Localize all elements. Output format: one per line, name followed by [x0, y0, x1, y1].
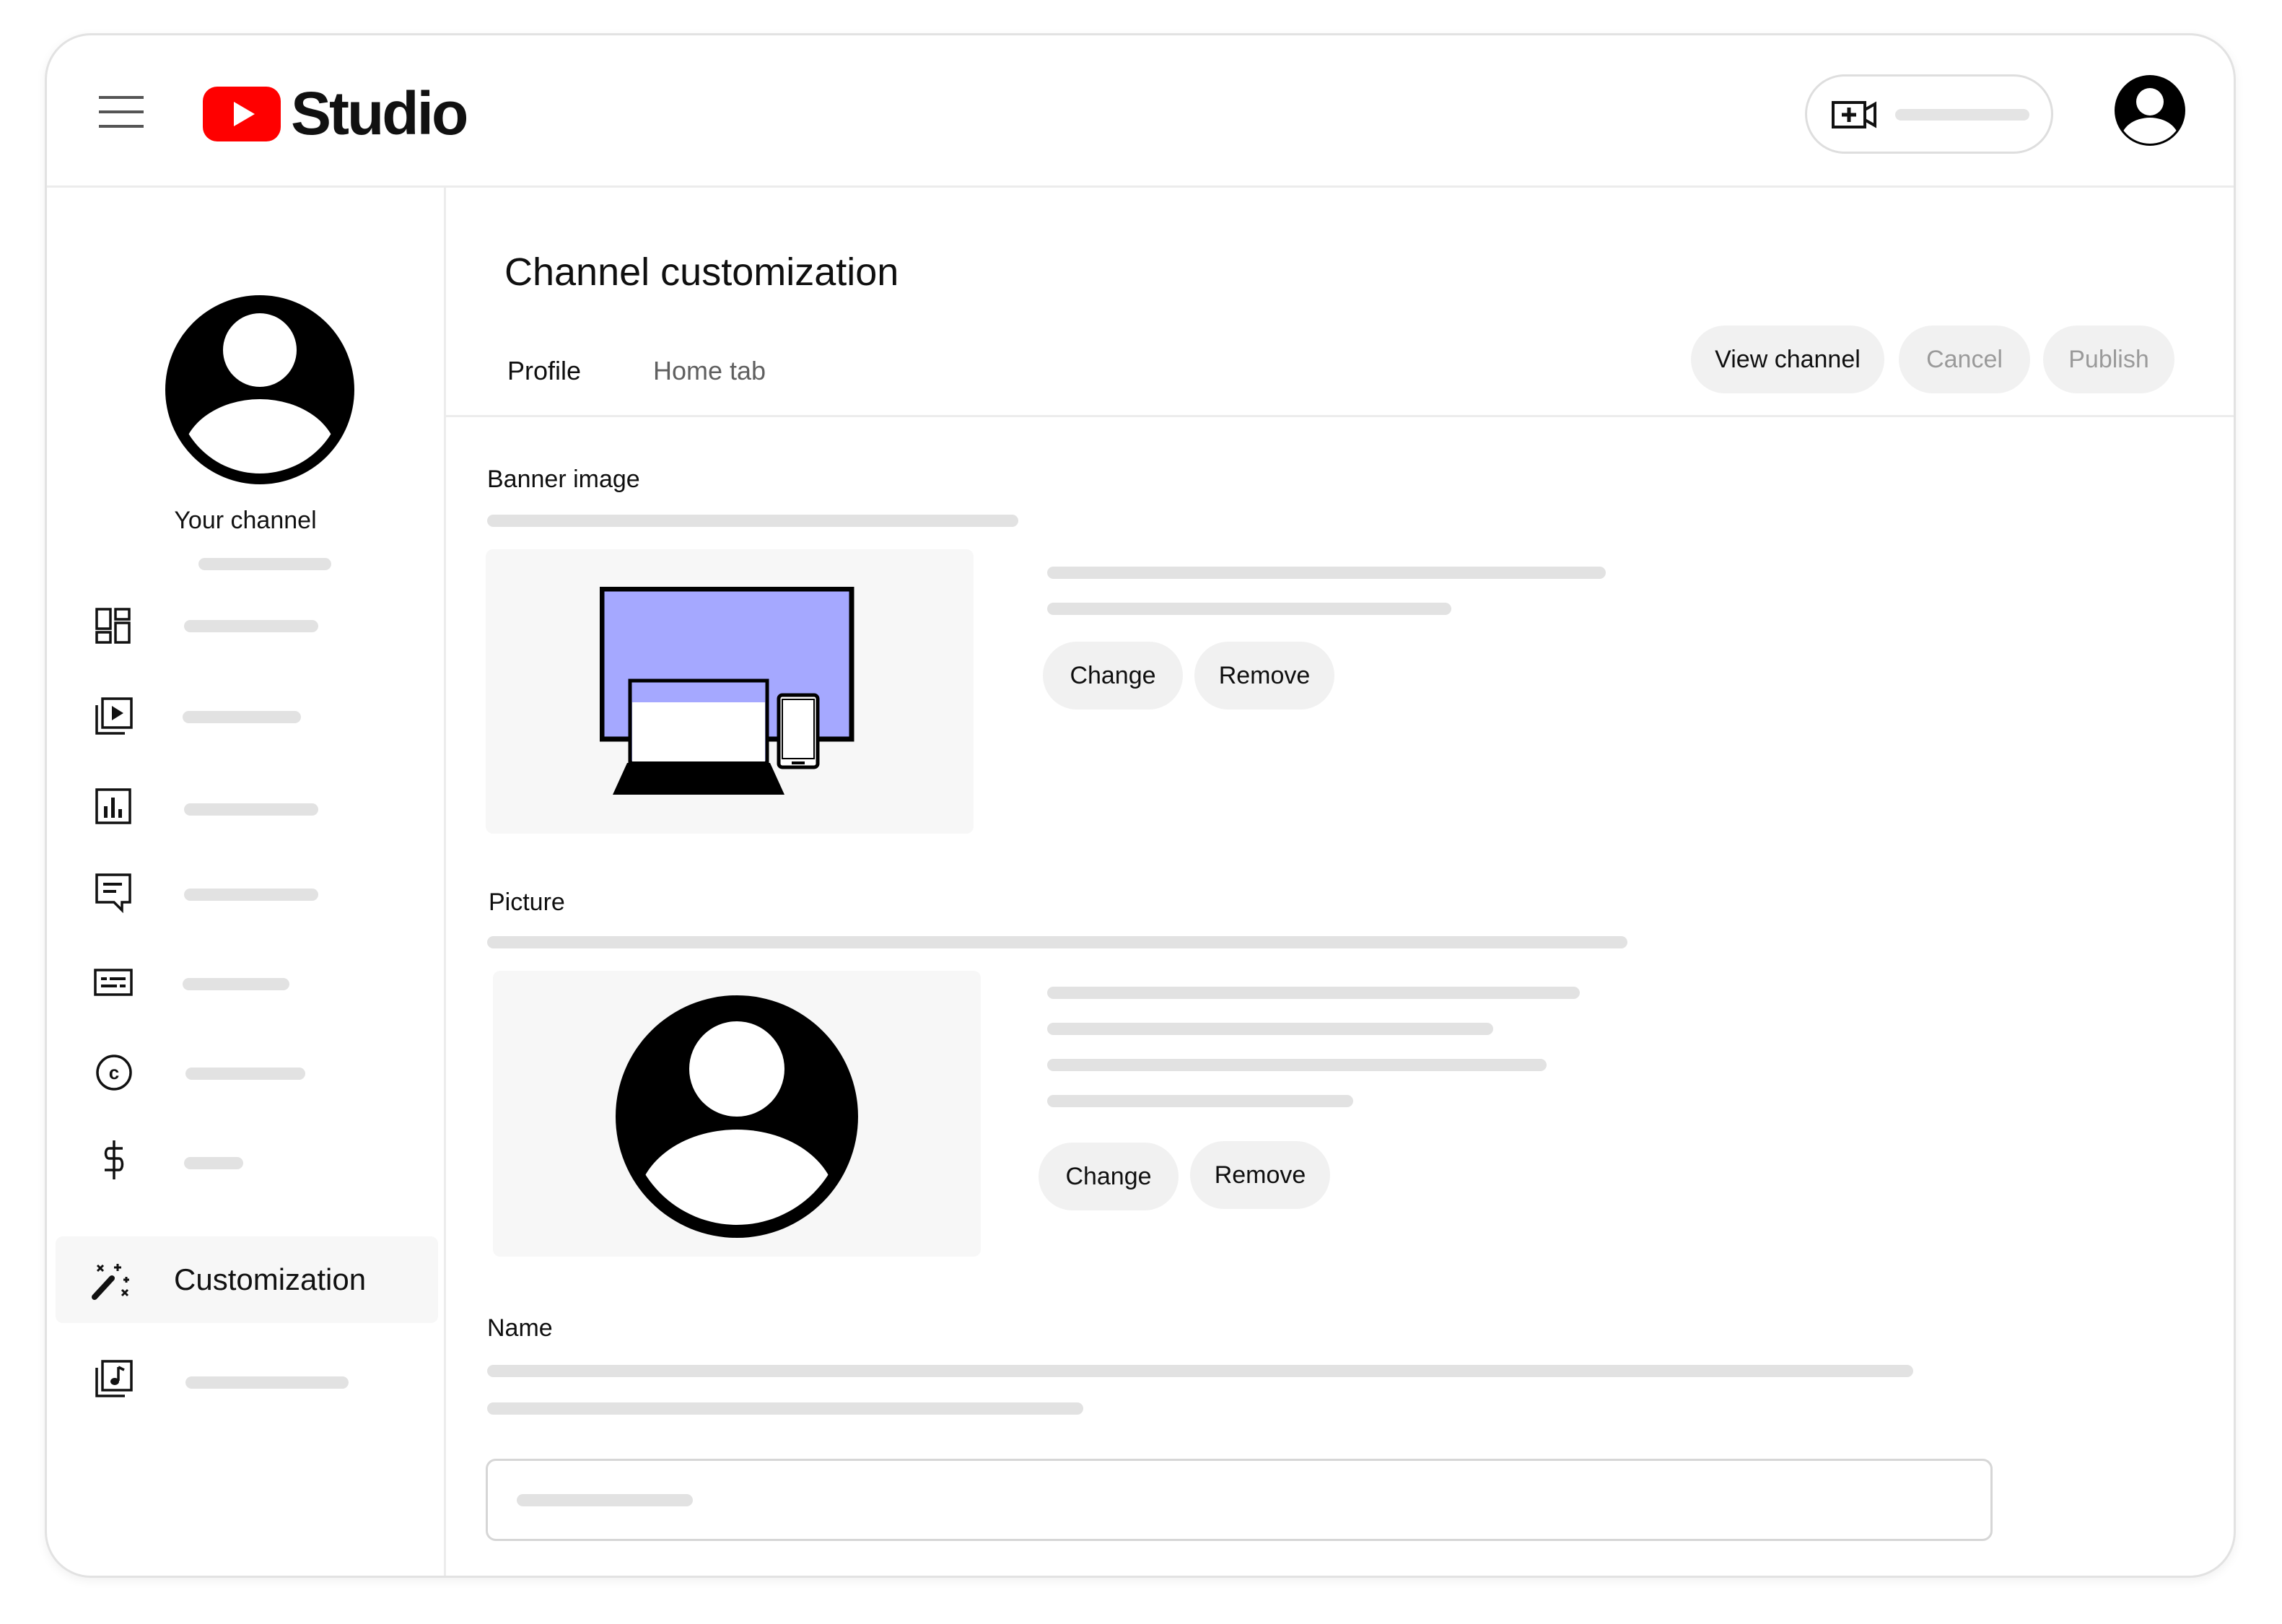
sidebar-item-copyright[interactable]: c [47, 1036, 444, 1108]
studio-logo[interactable]: Studio [203, 80, 468, 147]
sidebar-item-analytics[interactable] [47, 770, 444, 842]
sidebar-item-label-placeholder [184, 620, 318, 632]
picture-change-button[interactable]: Change [1039, 1143, 1179, 1210]
create-label-placeholder [1895, 109, 2029, 121]
sidebar-item-label-placeholder [184, 889, 318, 901]
sidebar-item-label-placeholder [185, 1376, 349, 1389]
sidebar: Your channel c Customization [47, 185, 446, 1576]
sidebar-item-content[interactable] [47, 679, 444, 751]
account-avatar-icon[interactable] [2112, 73, 2187, 148]
view-channel-button[interactable]: View channel [1691, 326, 1884, 393]
channel-name-placeholder [198, 558, 331, 570]
picture-info-placeholder-3 [1047, 1059, 1547, 1071]
sidebar-item-label-placeholder [183, 711, 301, 723]
customization-icon [92, 1264, 129, 1300]
banner-image-label: Banner image [487, 466, 640, 493]
sidebar-item-label-placeholder [183, 978, 289, 990]
picture-preview [493, 971, 981, 1257]
sidebar-item-label-placeholder [184, 1157, 243, 1169]
publish-button[interactable]: Publish [2043, 326, 2174, 393]
sidebar-item-audio-library[interactable] [47, 1343, 444, 1415]
tab-profile[interactable]: Profile [507, 354, 581, 388]
sidebar-item-customization[interactable]: Customization [56, 1236, 438, 1323]
name-input[interactable] [486, 1459, 1993, 1541]
cancel-button[interactable]: Cancel [1899, 326, 2030, 393]
app-window: Studio Your channel c Customization Chan… [45, 33, 2236, 1578]
sidebar-item-label-placeholder [184, 803, 318, 816]
sidebar-item-label: Customization [174, 1262, 367, 1296]
picture-label: Picture [489, 889, 565, 916]
banner-remove-button[interactable]: Remove [1194, 642, 1334, 710]
youtube-logo-icon [203, 87, 281, 141]
picture-info-placeholder-2 [1047, 1023, 1493, 1035]
page-title: Channel customization [504, 250, 899, 294]
devices-banner-icon [600, 587, 854, 795]
channel-avatar-icon[interactable] [164, 294, 356, 486]
sidebar-item-subtitles[interactable] [47, 946, 444, 1018]
banner-change-button[interactable]: Change [1043, 642, 1183, 710]
name-input-placeholder [517, 1494, 693, 1506]
dashboard-icon [95, 608, 131, 644]
picture-remove-button[interactable]: Remove [1190, 1141, 1330, 1209]
banner-info-placeholder-1 [1047, 567, 1606, 579]
sidebar-item-comments[interactable] [47, 857, 444, 929]
banner-preview [486, 549, 974, 834]
your-channel-label[interactable]: Your channel [47, 507, 444, 535]
top-header: Studio [47, 35, 2234, 188]
picture-info-placeholder-1 [1047, 987, 1580, 999]
picture-info-placeholder-4 [1047, 1095, 1353, 1107]
profile-picture-icon [616, 995, 858, 1238]
sidebar-item-dashboard[interactable] [47, 590, 444, 662]
copyright-icon: c [96, 1055, 132, 1091]
name-description-placeholder-2 [487, 1402, 1083, 1415]
name-label: Name [487, 1314, 553, 1342]
banner-info-placeholder-2 [1047, 603, 1451, 615]
tab-home[interactable]: Home tab [653, 354, 766, 388]
sidebar-item-earn[interactable] [47, 1124, 444, 1196]
svg-text:c: c [109, 1062, 119, 1083]
sidebar-item-label-placeholder [185, 1068, 305, 1080]
hamburger-menu-icon[interactable] [99, 96, 144, 128]
audio-library-icon [95, 1360, 133, 1397]
content-icon [95, 697, 133, 735]
earn-icon [104, 1140, 124, 1179]
tabs-divider [445, 415, 2234, 417]
banner-description-placeholder [487, 515, 1018, 527]
create-video-icon [1832, 101, 1876, 128]
name-description-placeholder-1 [487, 1365, 1913, 1377]
subtitles-icon [94, 969, 133, 996]
picture-description-placeholder [487, 936, 1627, 948]
create-button[interactable] [1805, 74, 2053, 154]
comments-icon [95, 873, 131, 913]
analytics-icon [95, 788, 131, 824]
studio-wordmark: Studio [291, 79, 468, 147]
